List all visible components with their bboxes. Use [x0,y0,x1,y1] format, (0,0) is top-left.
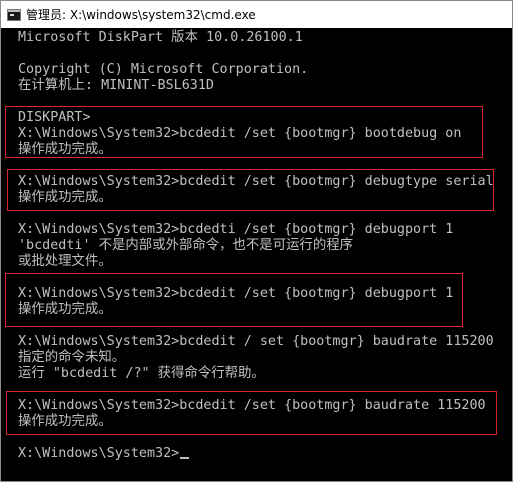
window-title: 管理员: X:\windows\system32\cmd.exe [26,8,256,22]
prompt-line[interactable]: X:\Windows\System32> [18,446,190,462]
console-line: Copyright (C) Microsoft Corporation. [18,62,309,77]
console-line: 运行 "bcdedit /?" 获得命令行帮助。 [18,366,265,381]
console-line: X:\Windows\System32>bcdedti /set {bootmg… [18,222,454,237]
console-line: 指定的命令未知。 [18,350,126,365]
text-cursor [180,457,190,459]
title-bar[interactable]: 管理员: X:\windows\system32\cmd.exe [1,1,512,28]
console-line: 在计算机上: MININT-BSL631D [18,78,214,93]
highlight-box [5,106,483,158]
highlight-box [6,391,497,435]
cmd-window: 管理员: X:\windows\system32\cmd.exe Microso… [0,0,513,482]
console-output[interactable]: Microsoft DiskPart 版本 10.0.26100.1 Copyr… [1,28,512,481]
console-line: 'bcdedti' 不是内部或外部命令，也不是可运行的程序 [18,238,354,253]
prompt-text: X:\Windows\System32> [18,446,180,461]
console-line: 或批处理文件。 [18,254,112,269]
console-line: X:\Windows\System32>bcdedit / set {bootm… [18,334,494,349]
cmd-console-icon [7,8,21,21]
highlight-box [5,273,463,327]
console-line: Microsoft DiskPart 版本 10.0.26100.1 [18,30,303,45]
highlight-box [7,169,494,211]
